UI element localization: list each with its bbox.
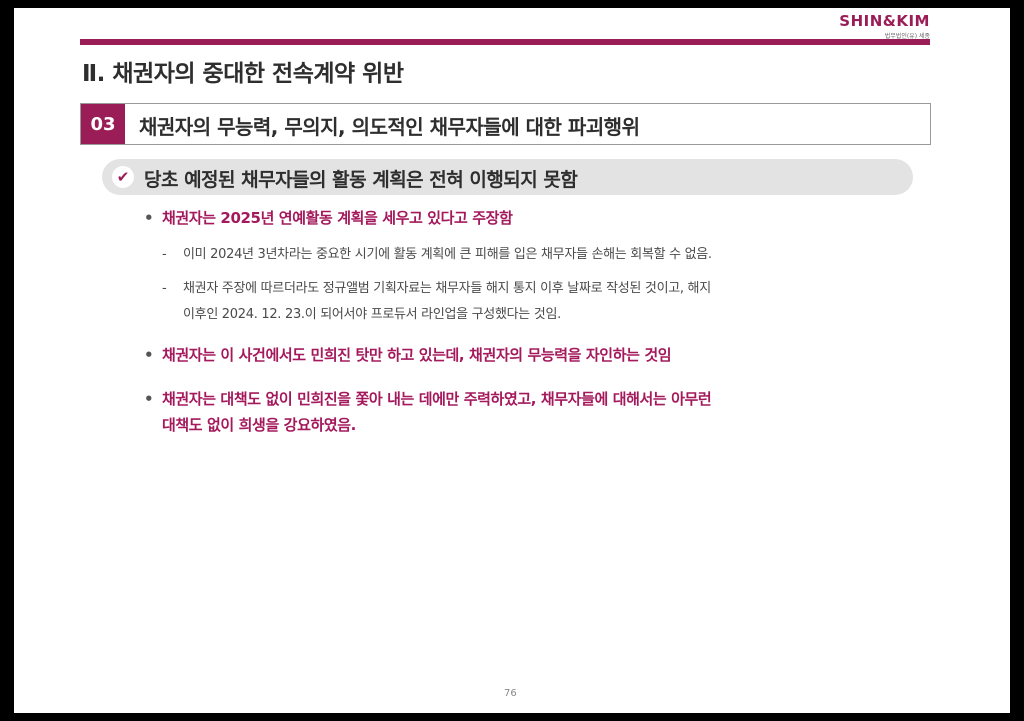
bullet-marker: •: [144, 390, 154, 408]
sub-marker: -: [162, 247, 167, 262]
bullet-item: • 채권자는 2025년 연예활동 계획을 세우고 있다고 주장함: [144, 205, 513, 231]
section-title: 채권자의 무능력, 무의지, 의도적인 채무자들에 대한 파괴행위: [139, 115, 640, 139]
sub-item: - 채권자 주장에 따르더라도 정규앨범 기획자료는 채무자들 해지 통지 이후…: [162, 276, 711, 328]
firm-logo: SHIN&KIM 법무법인(유) 세종: [839, 12, 930, 40]
sub-marker: -: [162, 281, 167, 296]
bullet-item: • 채권자는 이 사건에서도 민희진 탓만 하고 있는데, 채권자의 무능력을 …: [144, 342, 672, 368]
page-title: Ⅱ. 채권자의 중대한 전속계약 위반: [82, 61, 404, 87]
header-rule: [80, 39, 930, 45]
key-point-text: 당초 예정된 채무자들의 활동 계획은 전혀 이행되지 못함: [144, 169, 578, 191]
sub-item: - 이미 2024년 3년차라는 중요한 시기에 활동 계획에 큰 피해를 입은…: [162, 242, 712, 268]
bullet-text-line-1: 채권자는 대책도 없이 민희진을 쫓아 내는 데에만 주력하였고, 채무자들에 …: [162, 390, 712, 408]
check-icon: ✔: [112, 166, 134, 188]
bullet-text: 채권자는 2025년 연예활동 계획을 세우고 있다고 주장함: [162, 209, 513, 227]
key-point-banner: ✔ 당초 예정된 채무자들의 활동 계획은 전혀 이행되지 못함: [102, 159, 913, 195]
bullet-text: 채권자는 이 사건에서도 민희진 탓만 하고 있는데, 채권자의 무능력을 자인…: [162, 346, 672, 364]
section-number: 03: [81, 104, 125, 144]
bullet-item: • 채권자는 대책도 없이 민희진을 쫓아 내는 데에만 주력하였고, 채무자들…: [144, 386, 712, 438]
section-header: 03 채권자의 무능력, 무의지, 의도적인 채무자들에 대한 파괴행위: [80, 103, 931, 145]
logo-wordmark: SHIN&KIM: [839, 12, 930, 30]
bullet-marker: •: [144, 346, 154, 364]
sub-text-line-2: 이후인 2024. 12. 23.이 되어서야 프로듀서 라인업을 구성했다는 …: [183, 307, 561, 322]
bullet-text-line-2: 대책도 없이 희생을 강요하였음.: [162, 416, 356, 434]
document-page: SHIN&KIM 법무법인(유) 세종 Ⅱ. 채권자의 중대한 전속계약 위반 …: [14, 8, 1010, 713]
bullet-marker: •: [144, 209, 154, 227]
sub-text-line-1: 채권자 주장에 따르더라도 정규앨범 기획자료는 채무자들 해지 통지 이후 날…: [183, 281, 711, 296]
page-number: 76: [504, 688, 517, 699]
sub-text: 이미 2024년 3년차라는 중요한 시기에 활동 계획에 큰 피해를 입은 채…: [183, 247, 712, 262]
